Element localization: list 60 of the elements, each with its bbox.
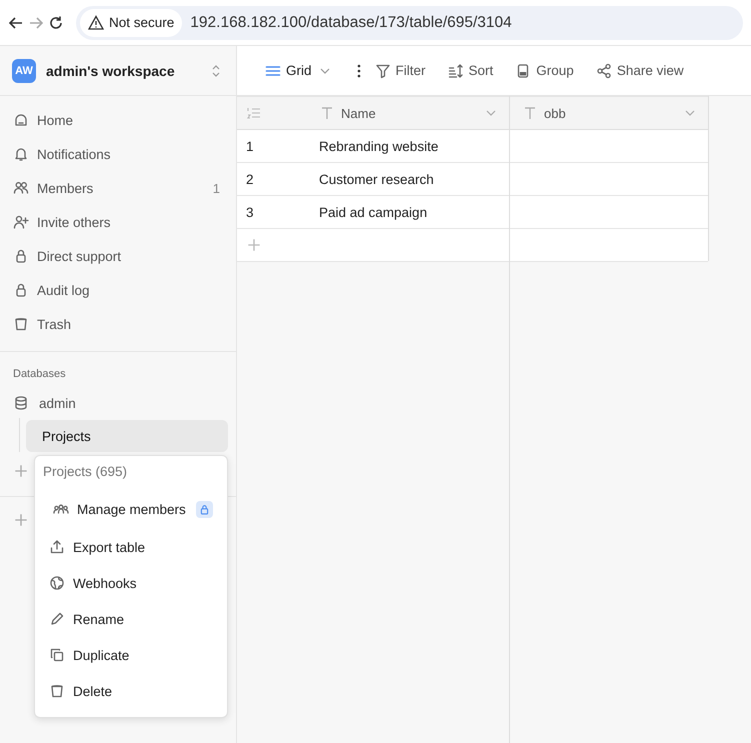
sort-icon (448, 62, 464, 78)
pencil-icon (49, 611, 65, 627)
upload-icon (49, 539, 65, 555)
database-item[interactable]: admin (0, 388, 236, 418)
text-field-icon (319, 105, 335, 121)
toolbar-button[interactable]: Grid (257, 58, 341, 82)
warning-icon (88, 14, 104, 30)
toolbar-button[interactable]: Filter (366, 58, 434, 82)
menu-item[interactable]: Rename (35, 601, 227, 637)
column-header[interactable]: Name (341, 106, 477, 120)
filter-icon (374, 62, 391, 78)
bell-icon (13, 146, 29, 162)
table-cell: Rebranding website (319, 138, 438, 154)
toolbar-button[interactable]: Share view (588, 58, 692, 82)
home-icon (13, 112, 29, 128)
trash-icon (49, 683, 65, 699)
menu-item[interactable]: Export table (35, 529, 227, 565)
trash-icon (13, 316, 29, 332)
sidebar-item[interactable]: Trash (0, 307, 236, 341)
sidebar-item[interactable]: Home (0, 103, 236, 137)
workspace-switcher[interactable]: AW admin's workspace (0, 46, 236, 96)
table-cell: Paid ad campaign (319, 204, 428, 220)
toolbar-button[interactable]: Sort (440, 58, 502, 82)
people-icon (13, 180, 29, 196)
database-icon (13, 395, 29, 411)
copy-icon (49, 647, 65, 663)
sidebar-item[interactable]: Notifications (0, 137, 236, 171)
sidebar-item[interactable]: Invite others (0, 205, 236, 239)
share-icon (596, 62, 612, 78)
column-header[interactable]: obb (544, 106, 676, 120)
menu-title: Projects (695) (42, 464, 128, 481)
sidebar-item[interactable]: Members 1 (0, 171, 236, 205)
back-icon[interactable] (8, 14, 24, 30)
section-heading: Databases (12, 367, 67, 382)
text-field-icon (522, 105, 538, 121)
table-cell: Customer research (319, 172, 434, 186)
reload-icon[interactable] (48, 14, 64, 30)
person-plus-icon (13, 214, 29, 230)
menu-item[interactable]: Manage members (35, 491, 227, 527)
row-number-icon (246, 105, 262, 121)
row-number: 3 (246, 204, 254, 220)
toolbar-button[interactable]: Group (507, 58, 582, 82)
sidebar-item[interactable]: Direct support (0, 239, 236, 273)
table-item[interactable]: Projects (26, 420, 228, 452)
plus-icon (13, 512, 29, 528)
workspace-avatar: AW (12, 58, 36, 82)
menu-item[interactable]: Webhooks (35, 565, 227, 601)
globe-icon (49, 575, 65, 591)
sidebar-item[interactable]: Audit log (0, 273, 236, 307)
menu-item[interactable]: Delete (35, 673, 227, 709)
row-number: 1 (246, 138, 254, 154)
member-count: 1 (212, 180, 220, 196)
more-icon[interactable] (356, 64, 361, 78)
menu-item[interactable]: Duplicate (35, 637, 227, 673)
row-number: 2 (246, 172, 254, 186)
security-indicator[interactable]: Not secure (80, 8, 182, 36)
address-bar[interactable]: Not secure 192.168.182.100/database/173/table/695/3104 (76, 6, 743, 40)
plus-icon (13, 463, 29, 479)
url-text: 192.168.182.100/database/173/table/695/3104 (190, 14, 512, 32)
add-row-icon (246, 237, 262, 253)
